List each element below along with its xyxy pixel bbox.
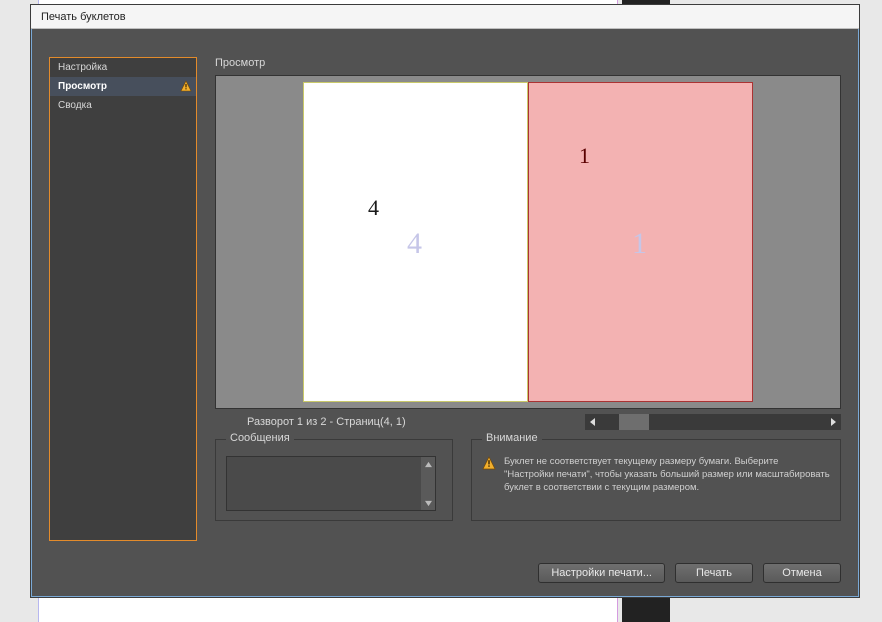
dialog-title: Печать буклетов [41,11,126,23]
spread-scrollbar [585,414,841,430]
attention-fieldset: Внимание Буклет не соответствует текущем… [471,439,841,521]
page-right: 1 1 [528,82,753,402]
sidebar-item-label: Сводка [58,100,92,111]
messages-list[interactable] [226,456,436,511]
spread-scroll-track[interactable] [601,414,825,430]
spread: 4 4 1 1 [303,82,753,402]
attention-text: Буклет не соответствует текущему размеру… [504,456,830,494]
preview-canvas: 4 4 1 1 [215,75,841,409]
page-number-overlay: 4 [407,227,422,261]
messages-scrollbar [421,457,435,510]
spread-scroll-thumb[interactable] [619,414,649,430]
sidebar-item-label: Просмотр [58,81,107,92]
sidebar-item-summary[interactable]: Сводка [50,96,196,115]
print-button[interactable]: Печать [675,563,753,583]
messages-scroll-down[interactable] [421,496,435,510]
spread-info-label: Разворот 1 из 2 - Страниц(4, 1) [247,416,406,428]
preview-section-label: Просмотр [215,57,841,69]
sidebar-item-preview[interactable]: Просмотр [50,77,196,96]
warning-icon [180,80,192,92]
dialog-title-bar: Печать буклетов [31,5,859,29]
cancel-button[interactable]: Отмена [763,563,841,583]
sidebar-item-setup[interactable]: Настройка [50,58,196,77]
prev-spread-button[interactable] [585,414,601,430]
sidebar: Настройка Просмотр Сводка [49,57,197,541]
print-settings-button[interactable]: Настройки печати... [538,563,665,583]
print-booklet-dialog: Печать буклетов Настройка Просмотр Сводк… [30,4,860,598]
messages-legend: Сообщения [226,432,294,444]
warning-icon [482,456,496,473]
page-number-inner: 4 [368,195,379,221]
messages-scroll-up[interactable] [421,457,435,471]
messages-fieldset: Сообщения [215,439,453,521]
page-number-overlay: 1 [632,227,647,261]
page-number-inner: 1 [579,143,590,169]
attention-legend: Внимание [482,432,542,444]
next-spread-button[interactable] [825,414,841,430]
sidebar-item-label: Настройка [58,62,107,73]
page-left: 4 4 [303,82,528,402]
dialog-button-row: Настройки печати... Печать Отмена [538,563,841,583]
